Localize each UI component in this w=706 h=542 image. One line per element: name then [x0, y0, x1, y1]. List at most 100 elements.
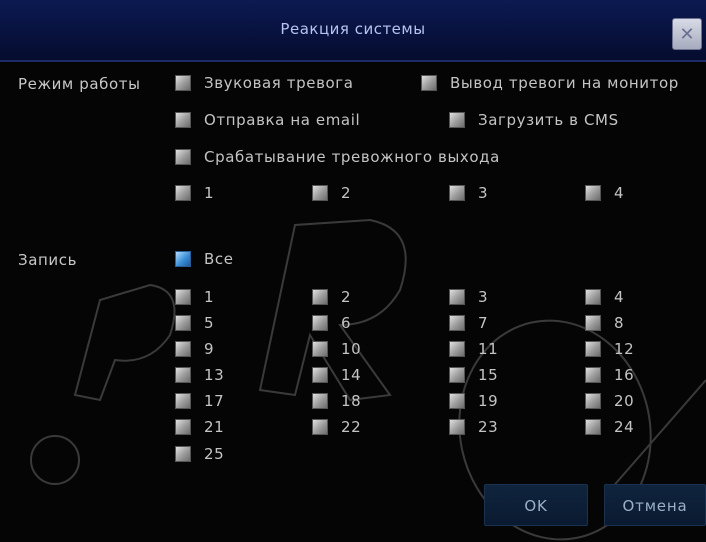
- dialog-title: Реакция системы: [280, 20, 426, 38]
- checkbox-box[interactable]: [449, 289, 465, 305]
- checkbox-box[interactable]: [585, 419, 601, 435]
- checkbox-record-channel-21[interactable]: 21: [175, 418, 224, 436]
- checkbox-record-channel-14[interactable]: 14: [312, 366, 361, 384]
- system-reaction-dialog: Реакция системы ✕ Режим работы Звуковая …: [0, 0, 706, 542]
- checkbox-box[interactable]: [175, 185, 191, 201]
- ok-button[interactable]: OK: [484, 484, 588, 526]
- checkbox-box[interactable]: [449, 419, 465, 435]
- checkbox-label: 7: [478, 314, 489, 332]
- checkbox-box[interactable]: [312, 315, 328, 331]
- checkbox-record-channel-9[interactable]: 9: [175, 340, 214, 358]
- checkbox-label: 11: [478, 340, 499, 358]
- checkbox-record-all[interactable]: Все: [175, 250, 234, 268]
- checkbox-output-1[interactable]: 1: [175, 184, 214, 202]
- checkbox-record-channel-7[interactable]: 7: [449, 314, 488, 332]
- record-label: Запись: [18, 251, 78, 269]
- checkbox-label: 9: [204, 340, 215, 358]
- checkbox-label: 13: [204, 366, 225, 384]
- checkbox-box[interactable]: [312, 367, 328, 383]
- close-button[interactable]: ✕: [672, 18, 702, 50]
- checkbox-box[interactable]: [175, 75, 191, 91]
- checkbox-box[interactable]: [175, 289, 191, 305]
- checkbox-box[interactable]: [585, 289, 601, 305]
- checkbox-label: 5: [204, 314, 215, 332]
- checkbox-box[interactable]: [175, 315, 191, 331]
- checkbox-record-channel-25[interactable]: 25: [175, 445, 224, 463]
- checkbox-box[interactable]: [312, 393, 328, 409]
- checkbox-box[interactable]: [175, 446, 191, 462]
- checkbox-record-channel-13[interactable]: 13: [175, 366, 224, 384]
- checkbox-box[interactable]: [449, 185, 465, 201]
- checkbox-box[interactable]: [421, 75, 437, 91]
- checkbox-label: Отправка на email: [204, 111, 361, 129]
- checkbox-label: 3: [478, 184, 489, 202]
- checkbox-record-channel-19[interactable]: 19: [449, 392, 498, 410]
- checkbox-label: 3: [478, 288, 489, 306]
- checkbox-record-channel-22[interactable]: 22: [312, 418, 361, 436]
- checkbox-box[interactable]: [175, 367, 191, 383]
- checkbox-label: Вывод тревоги на монитор: [450, 74, 679, 92]
- checkbox-box[interactable]: [175, 112, 191, 128]
- checkbox-box[interactable]: [585, 185, 601, 201]
- checkbox-label: 2: [341, 288, 352, 306]
- checkbox-box[interactable]: [175, 419, 191, 435]
- checkbox-record-channel-10[interactable]: 10: [312, 340, 361, 358]
- checkbox-record-channel-16[interactable]: 16: [585, 366, 634, 384]
- checkbox-box[interactable]: [312, 289, 328, 305]
- checkbox-box[interactable]: [312, 185, 328, 201]
- cancel-button[interactable]: Отмена: [604, 484, 706, 526]
- checkbox-record-channel-15[interactable]: 15: [449, 366, 498, 384]
- checkbox-box[interactable]: [449, 393, 465, 409]
- checkbox-label: 22: [341, 418, 362, 436]
- checkbox-record-channel-2[interactable]: 2: [312, 288, 351, 306]
- checkbox-record-channel-8[interactable]: 8: [585, 314, 624, 332]
- checkbox-record-channel-1[interactable]: 1: [175, 288, 214, 306]
- checkbox-record-channel-24[interactable]: 24: [585, 418, 634, 436]
- checkbox-box[interactable]: [175, 149, 191, 165]
- checkbox-label: 4: [614, 288, 625, 306]
- checkbox-box[interactable]: [585, 393, 601, 409]
- checkbox-box[interactable]: [585, 315, 601, 331]
- checkbox-record-channel-5[interactable]: 5: [175, 314, 214, 332]
- checkbox-box[interactable]: [175, 393, 191, 409]
- checkbox-record-channel-11[interactable]: 11: [449, 340, 498, 358]
- checkbox-send-email[interactable]: Отправка на email: [175, 111, 360, 129]
- checkbox-record-channel-3[interactable]: 3: [449, 288, 488, 306]
- checkbox-label: 4: [614, 184, 625, 202]
- checkbox-record-channel-6[interactable]: 6: [312, 314, 351, 332]
- checkbox-label: 25: [204, 445, 225, 463]
- checkbox-record-channel-23[interactable]: 23: [449, 418, 498, 436]
- checkbox-sound-alarm[interactable]: Звуковая тревога: [175, 74, 354, 92]
- checkbox-label: 14: [341, 366, 362, 384]
- checkbox-record-channel-17[interactable]: 17: [175, 392, 224, 410]
- checkbox-box[interactable]: [449, 315, 465, 331]
- checkbox-label: 1: [204, 184, 215, 202]
- checkbox-box[interactable]: [449, 112, 465, 128]
- checkbox-record-channel-4[interactable]: 4: [585, 288, 624, 306]
- checkbox-output-3[interactable]: 3: [449, 184, 488, 202]
- work-mode-label: Режим работы: [18, 75, 141, 93]
- checkbox-output-2[interactable]: 2: [312, 184, 351, 202]
- checkbox-label: 19: [478, 392, 499, 410]
- checkbox-label: 18: [341, 392, 362, 410]
- checkbox-box[interactable]: [175, 341, 191, 357]
- checkbox-output-4[interactable]: 4: [585, 184, 624, 202]
- checkbox-box[interactable]: [175, 251, 191, 267]
- checkbox-label: Звуковая тревога: [204, 74, 354, 92]
- checkbox-box[interactable]: [585, 341, 601, 357]
- checkbox-record-channel-12[interactable]: 12: [585, 340, 634, 358]
- checkbox-box[interactable]: [312, 419, 328, 435]
- checkbox-alarm-to-monitor[interactable]: Вывод тревоги на монитор: [421, 74, 679, 92]
- checkbox-alarm-output[interactable]: Срабатывание тревожного выхода: [175, 148, 500, 166]
- checkbox-label: 16: [614, 366, 635, 384]
- checkbox-upload-cms[interactable]: Загрузить в CMS: [449, 111, 619, 129]
- checkbox-label: 17: [204, 392, 225, 410]
- checkbox-box[interactable]: [449, 367, 465, 383]
- checkbox-label: 8: [614, 314, 625, 332]
- checkbox-box[interactable]: [585, 367, 601, 383]
- checkbox-record-channel-18[interactable]: 18: [312, 392, 361, 410]
- checkbox-box[interactable]: [449, 341, 465, 357]
- checkbox-box[interactable]: [312, 341, 328, 357]
- checkbox-record-channel-20[interactable]: 20: [585, 392, 634, 410]
- close-icon: ✕: [679, 24, 695, 45]
